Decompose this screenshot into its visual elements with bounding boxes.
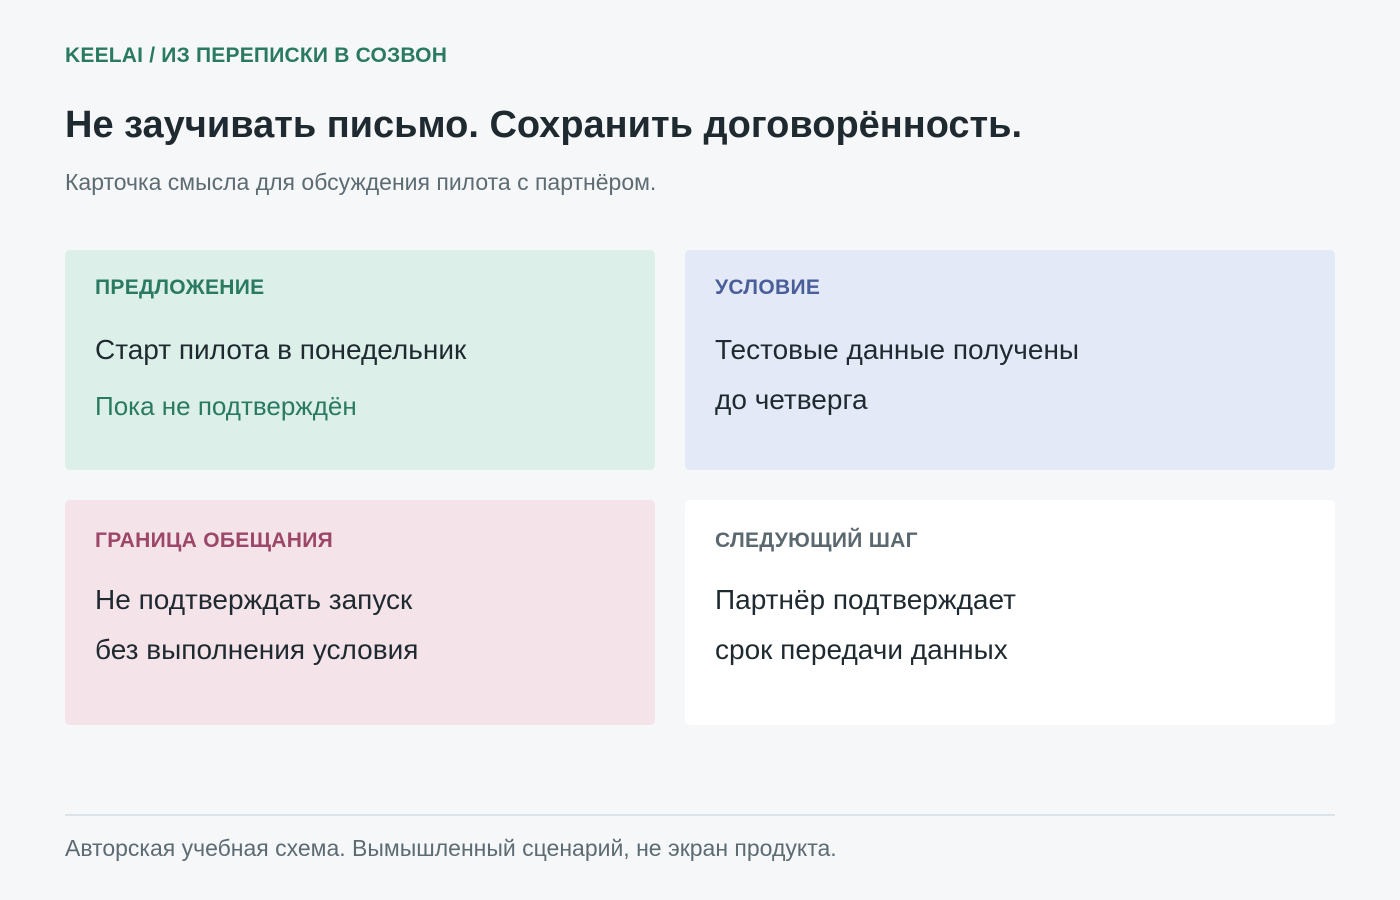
- card-text-line: Старт пилота в понедельник: [95, 334, 467, 365]
- footer-note: Авторская учебная схема. Вымышленный сце…: [65, 835, 837, 861]
- footer-divider: [65, 814, 1335, 816]
- card-condition: УСЛОВИЕ Тестовые данные получены до четв…: [685, 250, 1335, 470]
- card-boundary: ГРАНИЦА ОБЕЩАНИЯ Не подтверждать запуск …: [65, 500, 655, 725]
- card-text: Не подтверждать запуск без выполнения ус…: [95, 575, 418, 675]
- card-offer: ПРЕДЛОЖЕНИЕ Старт пилота в понедельник П…: [65, 250, 655, 470]
- card-status-note: Пока не подтверждён: [95, 391, 357, 421]
- card-text-line: Тестовые данные получены: [715, 334, 1080, 365]
- card-label: ПРЕДЛОЖЕНИЕ: [95, 276, 265, 299]
- card-label: ГРАНИЦА ОБЕЩАНИЯ: [95, 529, 333, 552]
- card-text: Партнёр подтверждает срок передачи данны…: [715, 575, 1016, 675]
- card-text: Тестовые данные получены до четверга: [715, 325, 1079, 425]
- card-text-line: срок передачи данных: [715, 634, 1008, 665]
- breadcrumb: KEELAI / ИЗ ПЕРЕПИСКИ В СОЗВОН: [65, 44, 448, 67]
- card-label: СЛЕДУЮЩИЙ ШАГ: [715, 529, 918, 552]
- card-text-line: без выполнения условия: [95, 634, 419, 665]
- card-text-line: Партнёр подтверждает: [715, 584, 1016, 615]
- page-subtitle: Карточка смысла для обсуждения пилота с …: [65, 169, 657, 195]
- card-text-line: до четверга: [715, 384, 868, 415]
- card-text-line: Не подтверждать запуск: [95, 584, 413, 615]
- card-text: Старт пилота в понедельник: [95, 325, 466, 375]
- card-next-step: СЛЕДУЮЩИЙ ШАГ Партнёр подтверждает срок …: [685, 500, 1335, 725]
- page: KEELAI / ИЗ ПЕРЕПИСКИ В СОЗВОН Не заучив…: [65, 0, 1335, 900]
- card-label: УСЛОВИЕ: [715, 276, 821, 299]
- page-title: Не заучивать письмо. Сохранить договорён…: [65, 104, 1023, 146]
